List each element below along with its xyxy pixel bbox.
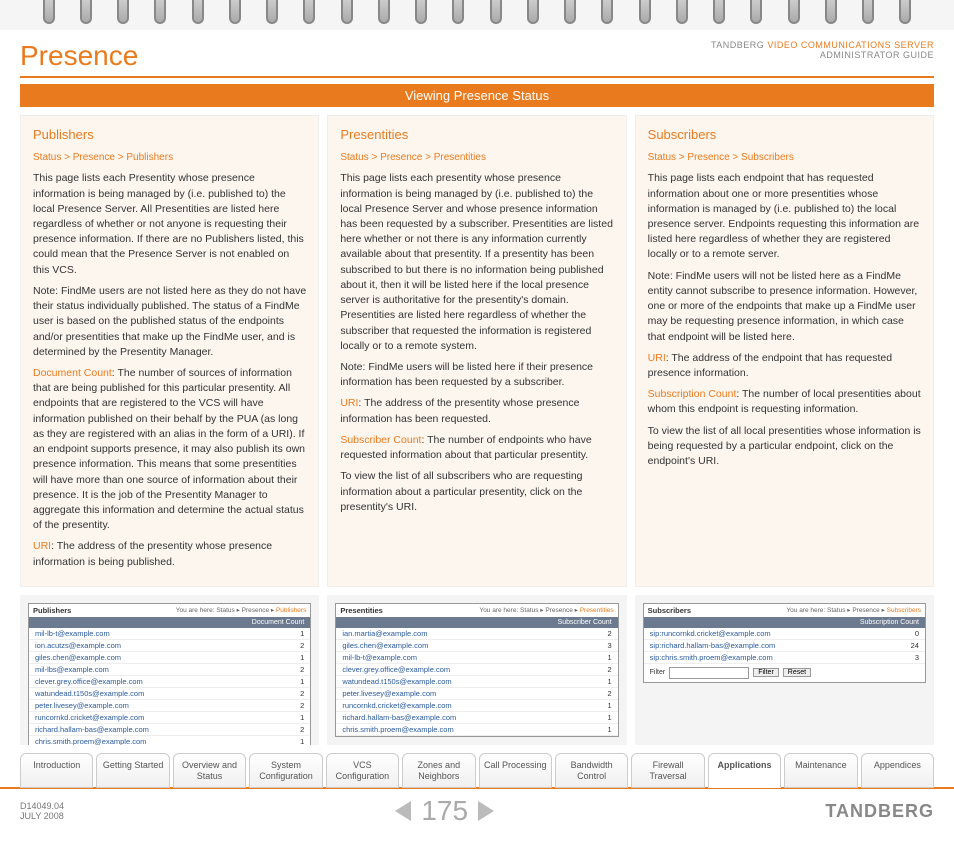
page-footer: D14049.04JULY 2008 175 TANDBERG <box>0 787 954 841</box>
body-text: Subscriber Count: The number of endpoint… <box>340 433 613 463</box>
screenshot-subscribers: SubscribersYou are here: Status ▸ Presen… <box>635 595 934 745</box>
table-row[interactable]: clever.grey.office@example.com1 <box>29 676 310 688</box>
tab-maintenance[interactable]: Maintenance <box>784 753 857 789</box>
page-number: 175 <box>395 795 494 827</box>
table-row[interactable]: sip:chris.smith.proem@example.com3 <box>644 652 925 664</box>
tab-overview-and-status[interactable]: Overview and Status <box>173 753 246 789</box>
table-row[interactable]: mil-lb-t@example.com1 <box>336 652 617 664</box>
body-text: Subscription Count: The number of local … <box>648 387 921 417</box>
table-row[interactable]: peter.livesey@example.com2 <box>29 700 310 712</box>
breadcrumb: Status > Presence > Subscribers <box>648 151 921 166</box>
table-row[interactable]: sip:runcornkd.cricket@example.com0 <box>644 628 925 640</box>
tab-introduction[interactable]: Introduction <box>20 753 93 789</box>
filter-input[interactable] <box>669 667 749 679</box>
doc-number: D14049.04JULY 2008 <box>20 801 64 821</box>
breadcrumb: Status > Presence > Presentities <box>340 151 613 166</box>
tab-call-processing[interactable]: Call Processing <box>479 753 552 789</box>
table-row[interactable]: giles.chen@example.com3 <box>336 640 617 652</box>
table-row[interactable]: giles.chen@example.com1 <box>29 652 310 664</box>
table-row[interactable]: clever.grey.office@example.com2 <box>336 664 617 676</box>
col-presentities: Presentities Status > Presence > Present… <box>327 115 626 587</box>
table-row[interactable]: watundead.t150s@example.com1 <box>336 676 617 688</box>
col-heading: Presentities <box>340 126 613 145</box>
screenshot-publishers: PublishersYou are here: Status ▸ Presenc… <box>20 595 319 745</box>
table-row[interactable]: peter.livesey@example.com2 <box>336 688 617 700</box>
col-subscribers: Subscribers Status > Presence > Subscrib… <box>635 115 934 587</box>
breadcrumb: Status > Presence > Publishers <box>33 151 306 166</box>
body-text: URI: The address of the endpoint that ha… <box>648 351 921 381</box>
brand-logo: TANDBERG <box>825 801 934 822</box>
tab-vcs-configuration[interactable]: VCS Configuration <box>326 753 399 789</box>
table-row[interactable]: mil-lbs@example.com2 <box>29 664 310 676</box>
body-text: URI: The address of the presentity whose… <box>33 539 306 569</box>
table-row[interactable]: chris.smith.proem@example.com1 <box>336 724 617 736</box>
tab-getting-started[interactable]: Getting Started <box>96 753 169 789</box>
body-text: To view the list of all subscribers who … <box>340 469 613 515</box>
table-row[interactable]: richard.hallam-bas@example.com2 <box>29 724 310 736</box>
tab-zones-and-neighbors[interactable]: Zones and Neighbors <box>402 753 475 789</box>
page-header: Presence TANDBERG VIDEO COMMUNICATIONS S… <box>20 40 934 78</box>
nav-tabs: IntroductionGetting StartedOverview and … <box>0 745 954 789</box>
body-text: Note: FindMe users are not listed here a… <box>33 284 306 360</box>
prev-page-arrow-icon[interactable] <box>395 801 411 821</box>
table-row[interactable]: sip:richard.hallam-bas@example.com24 <box>644 640 925 652</box>
tab-firewall-traversal[interactable]: Firewall Traversal <box>631 753 704 789</box>
filter-label: Filter <box>650 669 666 676</box>
body-text: Note: FindMe users will be listed here i… <box>340 360 613 390</box>
screenshot-presentities: PresentitiesYou are here: Status ▸ Prese… <box>327 595 626 745</box>
tab-appendices[interactable]: Appendices <box>861 753 934 789</box>
filter-button[interactable]: Filter <box>753 668 779 677</box>
next-page-arrow-icon[interactable] <box>478 801 494 821</box>
body-text: Note: FindMe users will not be listed he… <box>648 269 921 345</box>
body-text: URI: The address of the presentity whose… <box>340 396 613 426</box>
col-heading: Publishers <box>33 126 306 145</box>
table-row[interactable]: runcornkd.cricket@example.com1 <box>336 700 617 712</box>
table-row[interactable]: chris.smith.proem@example.com1 <box>29 736 310 745</box>
body-text: Document Count: The number of sources of… <box>33 366 306 533</box>
table-row[interactable]: ion.acutzs@example.com2 <box>29 640 310 652</box>
col-heading: Subscribers <box>648 126 921 145</box>
tab-applications[interactable]: Applications <box>708 753 781 789</box>
body-text: To view the list of all local presentiti… <box>648 424 921 470</box>
section-banner: Viewing Presence Status <box>20 84 934 107</box>
table-row[interactable]: ian.martia@example.com2 <box>336 628 617 640</box>
page-title: Presence <box>20 40 138 72</box>
body-text: This page lists each Presentity whose pr… <box>33 171 306 278</box>
body-text: This page lists each presentity whose pr… <box>340 171 613 354</box>
doc-subtitle: TANDBERG VIDEO COMMUNICATIONS SERVER ADM… <box>711 40 934 60</box>
reset-button[interactable]: Reset <box>783 668 811 677</box>
spiral-binding <box>0 0 954 30</box>
table-row[interactable]: mil-lb-t@example.com1 <box>29 628 310 640</box>
tab-bandwidth-control[interactable]: Bandwidth Control <box>555 753 628 789</box>
tab-system-configuration[interactable]: System Configuration <box>249 753 322 789</box>
table-row[interactable]: watundead.t150s@example.com2 <box>29 688 310 700</box>
col-publishers: Publishers Status > Presence > Publisher… <box>20 115 319 587</box>
filter-bar: Filter Filter Reset <box>644 664 925 682</box>
body-text: This page lists each endpoint that has r… <box>648 171 921 262</box>
